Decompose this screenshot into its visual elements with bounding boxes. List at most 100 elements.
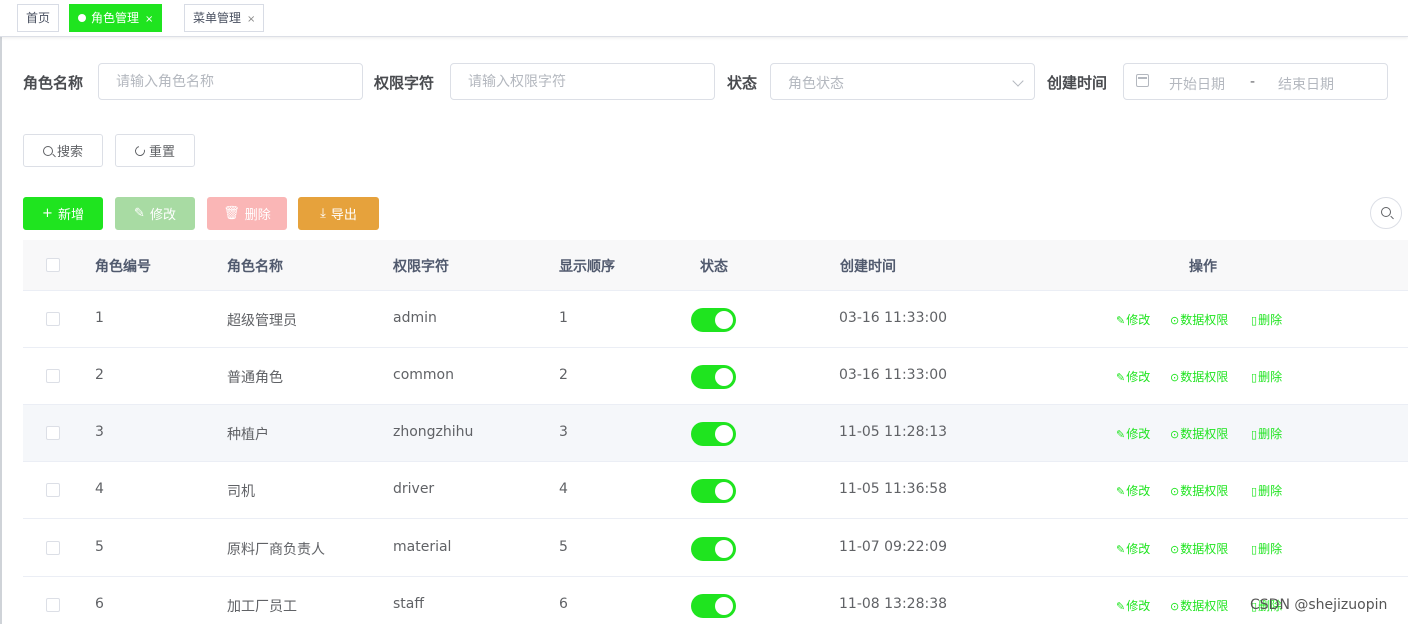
row-edit-link[interactable]: ✎修改 [1116,368,1150,385]
op-label: 数据权限 [1180,542,1229,556]
cell-role-id: 4 [95,481,104,497]
op-label: 数据权限 [1180,370,1229,384]
table-row: 6 加工厂员工 staff 6 11-08 13:28:38 ✎修改 ⊙数据权限… [23,577,1408,624]
export-button-label: 导出 [330,208,357,223]
cell-created: 11-08 13:28:38 [839,596,948,612]
cell-role-name: 原料厂商负责人 [227,542,325,558]
check-circle-icon: ⊙ [1170,428,1180,441]
op-label: 数据权限 [1180,484,1229,498]
row-checkbox[interactable] [46,483,60,497]
col-role-id: 角色编号 [95,259,151,275]
tab-label: 角色管理 [91,11,140,25]
date-range-picker[interactable]: 开始日期 - 结束日期 [1123,63,1388,100]
row-delete-link[interactable]: ▯删除 [1251,425,1282,442]
edit-button-label: 修改 [149,208,176,223]
cell-role-name: 普通角色 [227,370,283,386]
row-edit-link[interactable]: ✎修改 [1116,311,1150,328]
status-switch[interactable] [691,594,736,618]
cell-role-id: 1 [95,310,104,326]
status-select-placeholder: 角色状态 [788,76,844,92]
status-switch[interactable] [691,422,736,446]
plus-icon: + [42,206,53,221]
row-data-scope-link[interactable]: ⊙数据权限 [1170,482,1228,499]
search-button[interactable]: 搜索 [23,134,103,167]
check-circle-icon: ⊙ [1170,371,1180,384]
edit-icon: ✎ [1116,485,1126,498]
tags-view: 首页 角色管理 × 菜单管理 × [0,0,1408,37]
row-data-scope-link[interactable]: ⊙数据权限 [1170,425,1228,442]
left-border [0,0,2,624]
close-icon[interactable]: × [247,14,255,25]
row-edit-link[interactable]: ✎修改 [1116,540,1150,557]
export-button[interactable]: ⤓ 导出 [298,197,379,230]
tab-menu-management[interactable]: 菜单管理 × [184,4,265,32]
cell-role-id: 3 [95,424,104,440]
end-date-input[interactable]: 结束日期 [1278,74,1334,94]
table-header: 角色编号 角色名称 权限字符 显示顺序 状态 创建时间 操作 [23,240,1408,291]
calendar-icon [1136,74,1149,87]
cell-role-id: 6 [95,596,104,612]
row-delete-link[interactable]: ▯删除 [1251,368,1282,385]
op-label: 数据权限 [1180,599,1229,613]
perm-key-input[interactable] [450,63,715,100]
col-role-key: 权限字符 [393,259,449,275]
row-edit-link[interactable]: ✎修改 [1116,597,1150,614]
col-status: 状态 [700,259,728,275]
status-switch[interactable] [691,308,736,332]
trash-icon: ▯ [1251,371,1258,384]
status-label: 状态 [727,74,758,92]
role-name-input[interactable] [98,63,363,100]
cell-role-name: 超级管理员 [227,313,297,329]
tab-role-management[interactable]: 角色管理 × [69,4,163,32]
status-switch[interactable] [691,365,736,389]
cell-role-id: 5 [95,539,104,555]
row-edit-link[interactable]: ✎修改 [1116,482,1150,499]
status-switch[interactable] [691,537,736,561]
delete-button[interactable]: 🗑 删除 [207,197,287,230]
op-label: 数据权限 [1180,427,1229,441]
status-switch[interactable] [691,479,736,503]
add-button[interactable]: + 新增 [23,197,103,230]
search-button-label: 搜索 [56,145,83,160]
cell-sort: 1 [559,310,568,326]
trash-icon: ▯ [1251,543,1258,556]
row-checkbox[interactable] [46,541,60,555]
cell-role-name: 司机 [227,484,255,500]
start-date-input[interactable]: 开始日期 [1169,74,1225,94]
tab-home[interactable]: 首页 [17,4,60,32]
status-select[interactable]: 角色状态 [770,63,1035,100]
cell-created: 11-05 11:28:13 [839,424,948,440]
row-checkbox[interactable] [46,598,60,612]
cell-created: 03-16 11:33:00 [839,310,948,326]
reset-button[interactable]: 重置 [115,134,195,167]
edit-icon: ✎ [1116,428,1126,441]
edit-button[interactable]: ✎ 修改 [115,197,195,230]
check-circle-icon: ⊙ [1170,543,1180,556]
check-circle-icon: ⊙ [1170,314,1180,327]
edit-icon: ✎ [1116,600,1126,613]
col-actions: 操作 [1189,259,1217,275]
row-data-scope-link[interactable]: ⊙数据权限 [1170,311,1228,328]
select-all-checkbox[interactable] [46,258,60,272]
edit-icon: ✎ [1116,371,1126,384]
row-data-scope-link[interactable]: ⊙数据权限 [1170,597,1228,614]
row-data-scope-link[interactable]: ⊙数据权限 [1170,540,1228,557]
cell-role-key: zhongzhihu [393,424,474,440]
table-row: 1 超级管理员 admin 1 03-16 11:33:00 ✎修改 ⊙数据权限… [23,291,1408,348]
trash-icon: ▯ [1251,314,1258,327]
range-separator: - [1250,74,1256,90]
row-edit-link[interactable]: ✎修改 [1116,425,1150,442]
row-checkbox[interactable] [46,312,60,326]
row-checkbox[interactable] [46,426,60,440]
edit-icon: ✎ [1116,314,1126,327]
row-data-scope-link[interactable]: ⊙数据权限 [1170,368,1228,385]
toggle-search-button[interactable] [1370,197,1402,229]
row-delete-link[interactable]: ▯删除 [1251,540,1282,557]
row-delete-link[interactable]: ▯删除 [1251,482,1282,499]
row-delete-link[interactable]: ▯删除 [1251,311,1282,328]
row-checkbox[interactable] [46,369,60,383]
op-label: 修改 [1126,370,1151,384]
close-icon[interactable]: × [145,14,153,25]
table-row: 4 司机 driver 4 11-05 11:36:58 ✎修改 ⊙数据权限 ▯… [23,462,1408,519]
download-icon: ⤓ [320,206,326,221]
